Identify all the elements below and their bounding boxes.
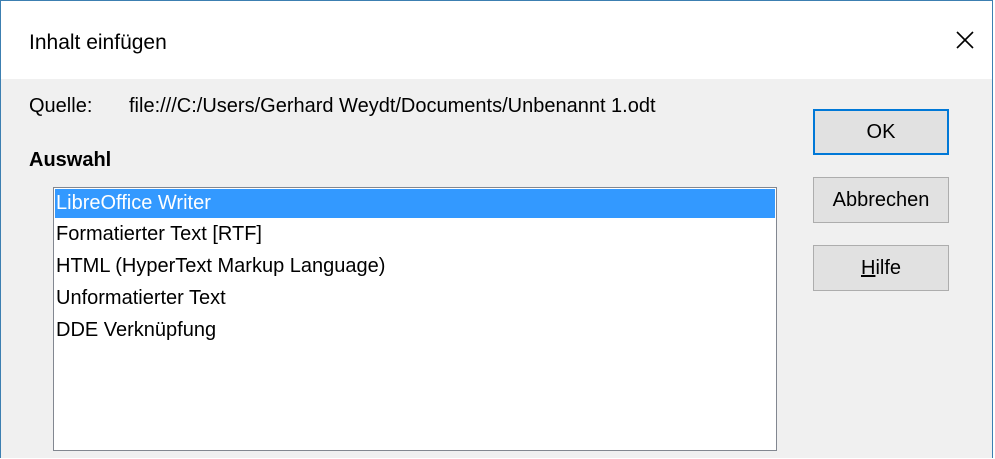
cancel-button[interactable]: Abbrechen [813,177,949,223]
list-item[interactable]: HTML (HyperText Markup Language) [55,250,775,282]
ok-button-label: OK [866,120,896,143]
help-button[interactable]: Hilfe [813,245,949,291]
list-item[interactable]: Unformatierter Text [55,282,775,314]
ok-button[interactable]: OK [813,109,949,155]
source-row: Quelle: file:///C:/Users/Gerhard Weydt/Do… [29,95,656,118]
selection-heading: Auswahl [29,149,112,171]
list-item[interactable]: DDE Verknüpfung [55,314,775,346]
format-listbox[interactable]: LibreOffice Writer Formatierter Text [RT… [53,187,777,451]
close-button[interactable] [938,1,992,79]
dialog-title: Inhalt einfügen [29,31,167,54]
dialog-body: Quelle: file:///C:/Users/Gerhard Weydt/Do… [1,79,992,458]
list-item[interactable]: LibreOffice Writer [55,189,775,218]
paste-special-dialog: Inhalt einfügen Quelle: file:///C:/Users/… [0,0,993,458]
help-label-rest: ilfe [875,256,902,279]
source-label: Quelle: [29,95,93,117]
source-path: file:///C:/Users/Gerhard Weydt/Documents… [129,95,656,117]
list-item[interactable]: Formatierter Text [RTF] [55,218,775,250]
help-mnemonic: H [860,256,876,279]
help-button-label: Hilfe [861,257,901,280]
cancel-button-label: Abbrechen [832,188,930,211]
title-bar: Inhalt einfügen [1,1,992,79]
close-icon [956,31,974,49]
